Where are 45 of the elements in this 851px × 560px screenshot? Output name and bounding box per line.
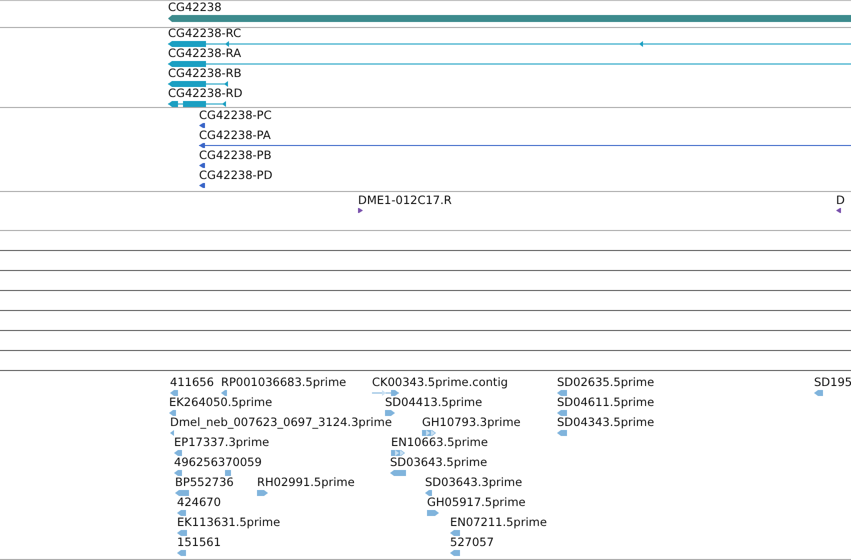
feature-glyph[interactable] — [199, 163, 206, 168]
feature-label: D — [836, 194, 845, 207]
feature-label: EK113631.5prime — [177, 516, 280, 529]
feature-label: 151561 — [177, 536, 221, 549]
feature-label: CG42238-RA — [168, 47, 242, 60]
feature-label: EN07211.5prime — [450, 516, 547, 529]
feature-glyph[interactable] — [199, 123, 206, 128]
feature-label: CK00343.5prime.contig — [372, 376, 508, 389]
feature-glyph[interactable] — [168, 41, 851, 47]
feature-label: RH02991.5prime — [257, 476, 355, 489]
feature-label: CG42238-PD — [199, 169, 272, 182]
feature-glyph[interactable] — [199, 183, 206, 188]
feature-label: CG42238 — [168, 1, 222, 14]
feature-label: 424670 — [177, 496, 221, 509]
feature-label: EN10663.5prime — [391, 436, 488, 449]
feature-label: SD02635.5prime — [557, 376, 654, 389]
feature-glyph[interactable] — [168, 101, 227, 107]
feature-label: CG42238-RD — [168, 87, 243, 100]
feature-label: Dmel_neb_007623_0697_3124.3prime — [170, 416, 392, 429]
feature-label: 411656 — [170, 376, 214, 389]
feature-glyph[interactable] — [358, 208, 364, 213]
feature-label: 527057 — [450, 536, 494, 549]
feature-glyph[interactable] — [168, 61, 851, 67]
feature-label: SD04611.5prime — [557, 396, 654, 409]
feature-label: CG42238-RB — [168, 67, 242, 80]
feature-label: EK264050.5prime — [169, 396, 272, 409]
feature-glyph[interactable] — [168, 81, 229, 87]
feature-label: SD04343.5prime — [557, 416, 654, 429]
feature-label: BP552736 — [175, 476, 234, 489]
feature-label: SD03643.5prime — [390, 456, 488, 469]
feature-label: GH10793.3prime — [422, 416, 521, 429]
feature-label: 496256370059 — [174, 456, 262, 469]
feature-label: GH05917.5prime — [427, 496, 526, 509]
feature-label: SD03643.3prime — [425, 476, 522, 489]
feature-glyph[interactable] — [836, 208, 842, 213]
feature-label: CG42238-PC — [199, 109, 272, 122]
feature-label: RP001036683.5prime — [221, 376, 346, 389]
feature-label: DME1-012C17.R — [358, 194, 452, 207]
feature-label: CG42238-PA — [199, 129, 271, 142]
feature-label: SD195 — [814, 376, 851, 389]
feature-label: SD04413.5prime — [385, 396, 482, 409]
feature-glyph[interactable] — [199, 143, 851, 148]
feature-label: CG42238-PB — [199, 149, 272, 162]
feature-label: CG42238-RC — [168, 27, 242, 40]
feature-label: EP17337.3prime — [174, 436, 270, 449]
